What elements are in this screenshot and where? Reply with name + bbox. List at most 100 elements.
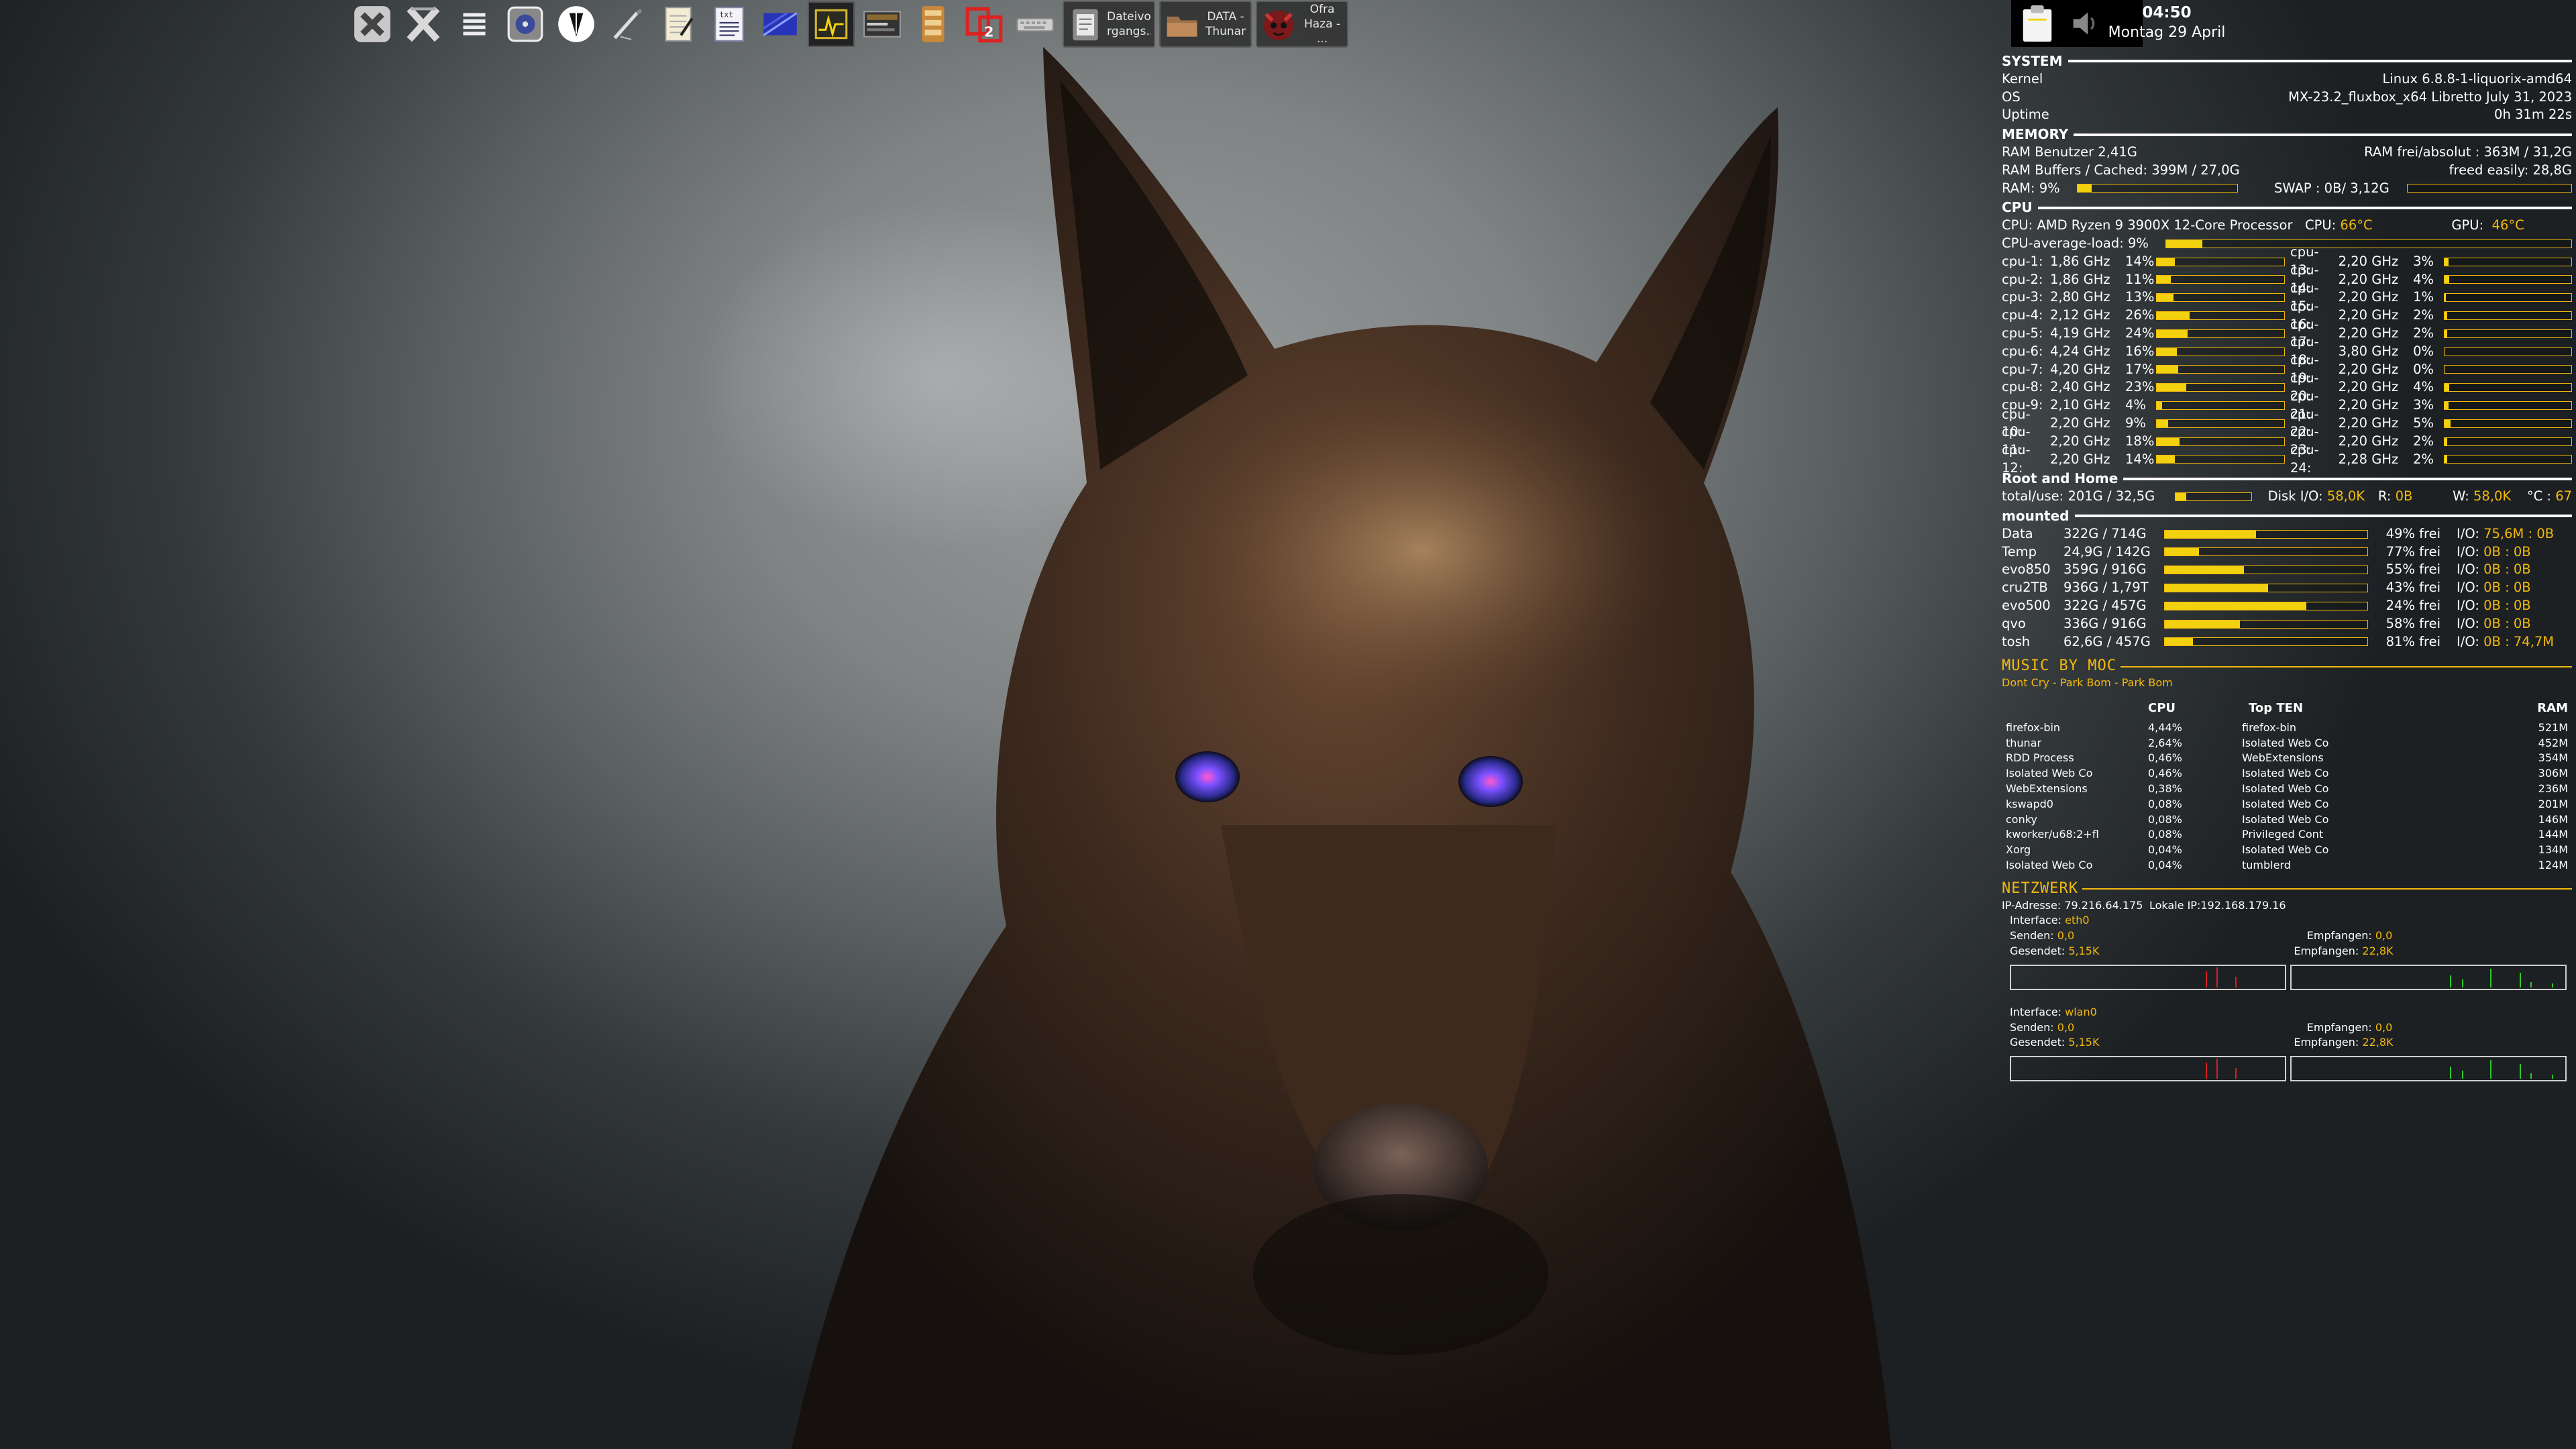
cpu-process-usage: 4,44% xyxy=(2148,720,2182,734)
core-freq: 2,80 GHz xyxy=(2050,289,2110,305)
core-load-bar xyxy=(2156,419,2285,428)
clock-time: 04:50 xyxy=(2142,4,2192,21)
cpu-core: cpu-3: 2,80 GHz 13% xyxy=(2002,288,2290,307)
core-freq: 2,20 GHz xyxy=(2050,451,2110,467)
clipboard-icon[interactable] xyxy=(2018,4,2057,43)
task-file-operations[interactable]: Dateivo-rgangs... xyxy=(1063,1,1155,48)
core-load-bar xyxy=(2443,419,2572,428)
core-load: 24% xyxy=(2125,325,2155,341)
core-freq: 1,86 GHz xyxy=(2050,253,2110,269)
cpu-core-row: cpu-12: 2,20 GHz 14% cpu-24: 2,28 GHz 2% xyxy=(2002,442,2572,476)
media-player-icon[interactable] xyxy=(502,1,549,47)
task-label: Dateivo-rgangs... xyxy=(1107,10,1151,38)
ram-process-name: WebExtensions xyxy=(2242,751,2324,765)
core-load-bar xyxy=(2443,437,2572,446)
ip-row: IP-Adresse: 79.216.64.175 Lokale IP:192.1… xyxy=(2002,898,2286,912)
disk-io-read: 0B xyxy=(2483,597,2501,613)
core-load: 2% xyxy=(2413,325,2434,341)
ram-swap-row: RAM: 9% SWAP : 0B/ 3,12G xyxy=(2002,180,2572,198)
mounted-disks-list: Data 322G / 714G 49% frei I/O: 75,6M : 0B Te… xyxy=(2002,525,2572,651)
cpu-core: cpu-2: 1,86 GHz 11% xyxy=(2002,271,2290,289)
top-process-row: Isolated Web Co 0,04% tumblerd 124M xyxy=(2002,858,2572,873)
core-load-bar xyxy=(2156,455,2285,464)
keyboard-icon[interactable] xyxy=(1012,1,1059,47)
download-graph xyxy=(2290,964,2567,990)
core-load-bar xyxy=(2156,257,2285,266)
disk-io-write: 0B xyxy=(2513,580,2531,596)
core-load: 14% xyxy=(2125,451,2155,467)
disk-io-read: 0B xyxy=(2483,543,2501,559)
disk-name: Data xyxy=(2002,525,2033,541)
task-thunar[interactable]: DATA - Thunar xyxy=(1159,1,1252,48)
cpu-core: cpu-1: 1,86 GHz 14% xyxy=(2002,253,2290,271)
core-freq: 2,20 GHz xyxy=(2338,379,2399,395)
top-process-row: kswapd0 0,08% Isolated Web Co 201M xyxy=(2002,797,2572,812)
clock[interactable]: 04:50 Montag 29 April xyxy=(2093,3,2241,43)
clock-date: Montag 29 April xyxy=(2108,24,2226,41)
ram-process-usage: 452M xyxy=(2538,736,2568,749)
disk-size: 936G / 1,79T xyxy=(2063,580,2149,596)
x-tools-icon[interactable] xyxy=(400,1,447,47)
cpu-core-row: cpu-10: 2,20 GHz 9% cpu-22: 2,20 GHz 5% xyxy=(2002,407,2572,439)
cpu-process-usage: 0,08% xyxy=(2148,797,2182,810)
disk-io-label: I/O: xyxy=(2457,580,2479,596)
cpu-core-row: cpu-9: 2,10 GHz 4% cpu-21: 2,20 GHz 3% xyxy=(2002,388,2572,422)
kernel-value: Linux 6.8.8-1-liquorix-amd64 xyxy=(2382,70,2572,87)
uptime-row: Uptime 0h 31m 22s xyxy=(2002,106,2572,124)
disk-free: 43% frei xyxy=(2385,580,2440,596)
core-load-bar xyxy=(2443,311,2572,321)
top-processes: CPU Top TEN RAM firefox-bin 4,44% firefox-… xyxy=(2002,701,2572,873)
core-load: 4% xyxy=(2125,397,2146,413)
disk-free: 81% frei xyxy=(2385,633,2440,649)
ram-process-usage: 236M xyxy=(2538,782,2568,796)
text-editor-icon[interactable]: txt xyxy=(706,1,753,47)
cpu-model-row: CPU: AMD Ryzen 9 3900X 12-Core Processor… xyxy=(2002,217,2572,235)
pen-tool-icon[interactable] xyxy=(604,1,651,47)
core-freq: 2,20 GHz xyxy=(2338,325,2399,341)
core-freq: 2,20 GHz xyxy=(2338,289,2399,305)
ram-process-usage: 146M xyxy=(2538,812,2568,826)
core-load-bar xyxy=(2156,275,2285,284)
core-load-bar xyxy=(2156,401,2285,411)
core-freq: 2,20 GHz xyxy=(2050,433,2110,449)
xfce-settings-icon[interactable] xyxy=(349,1,396,47)
disk-row: qvo 336G / 916G 58% frei I/O: 0B : 0B xyxy=(2002,615,2572,633)
feather-editor-icon[interactable] xyxy=(553,1,600,47)
kernel-row: Kernel Linux 6.8.8-1-liquorix-amd64 xyxy=(2002,70,2572,89)
core-name: cpu-4: xyxy=(2002,307,2043,323)
cpu-process-usage: 0,04% xyxy=(2148,843,2182,857)
cpu-core: cpu-12: 2,20 GHz 14% xyxy=(2002,442,2290,476)
core-freq: 1,86 GHz xyxy=(2050,271,2110,287)
core-load: 13% xyxy=(2125,289,2155,305)
core-name: cpu-8: xyxy=(2002,379,2043,395)
cpu-process-usage: 0,04% xyxy=(2148,859,2182,872)
root-home-section-header: Root and Home xyxy=(2002,470,2572,488)
blue-image-icon[interactable] xyxy=(757,1,804,47)
terminal-panel-icon[interactable] xyxy=(859,1,906,47)
disk-row: Temp 24,9G / 142G 77% frei I/O: 0B : 0B xyxy=(2002,543,2572,561)
ram-process-name: Isolated Web Co xyxy=(2242,782,2329,796)
core-freq: 2,20 GHz xyxy=(2338,415,2399,431)
disk-free: 49% frei xyxy=(2385,525,2440,541)
top-process-row: RDD Process 0,46% WebExtensions 354M xyxy=(2002,751,2572,766)
menu-list-icon[interactable] xyxy=(451,1,498,47)
cpu-core-row: cpu-3: 2,80 GHz 13% cpu-15: 2,20 GHz 1% xyxy=(2002,280,2572,314)
notepad-icon[interactable] xyxy=(655,1,702,47)
disk-usage-bar xyxy=(2164,584,2368,592)
cpu-core: cpu-24: 2,28 GHz 2% xyxy=(2290,442,2572,476)
cpu-process-usage: 0,08% xyxy=(2148,812,2182,826)
core-load: 0% xyxy=(2413,361,2434,377)
ram-bar xyxy=(2077,184,2238,193)
cpu-core-row: cpu-4: 2,12 GHz 26% cpu-16: 2,20 GHz 2% xyxy=(2002,299,2572,332)
core-load: 18% xyxy=(2125,433,2155,449)
core-load-bar xyxy=(2443,275,2572,284)
cpu-process-usage: 2,64% xyxy=(2148,736,2182,749)
disk-io-write: 74,7M xyxy=(2513,633,2555,649)
image-editor-icon[interactable]: 2 xyxy=(961,1,1008,47)
core-load-bar xyxy=(2443,455,2572,464)
system-monitor-icon[interactable] xyxy=(808,1,855,47)
disk-io-label: I/O: xyxy=(2457,561,2479,578)
task-music-player[interactable]: Ofra Haza - ... xyxy=(1256,1,1348,48)
archive-icon[interactable] xyxy=(910,1,957,47)
core-load: 17% xyxy=(2125,361,2155,377)
